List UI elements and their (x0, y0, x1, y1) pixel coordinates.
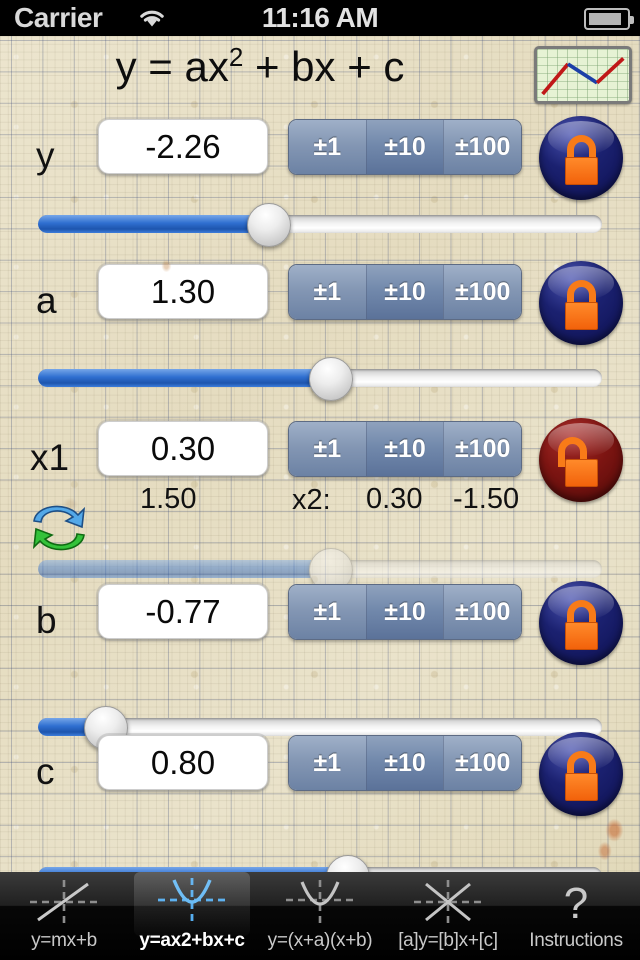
svg-text:?: ? (564, 879, 588, 928)
value-field[interactable]: -0.77 (98, 584, 268, 639)
lock-body (565, 773, 598, 801)
step-1-button[interactable]: ±1 (289, 120, 366, 174)
tab-factored[interactable]: y=(x+a)(x+b) (256, 872, 384, 960)
value-field[interactable]: 0.30 (98, 421, 268, 476)
x1-secondary-value: 1.50 (140, 483, 197, 515)
tab-general-form[interactable]: [a]y=[b]x+[c] (384, 872, 512, 960)
tab-linear[interactable]: y=mx+b (0, 872, 128, 960)
value-slider[interactable] (38, 203, 602, 247)
step-10-button[interactable]: ±10 (365, 585, 444, 639)
tab-quadratic[interactable]: y=ax2+bx+c (128, 872, 256, 960)
slider-fill (38, 369, 332, 387)
step-100-button[interactable]: ±100 (443, 736, 521, 790)
slider-thumb[interactable] (309, 357, 354, 401)
lock-body (565, 157, 598, 185)
step-1-button[interactable]: ±1 (289, 585, 366, 639)
paper-background: y = ax2 + bx + c y -2.26 ±1 ±10 ±100 a 1… (0, 36, 640, 899)
tab-label: Instructions (529, 930, 623, 951)
step-10-button[interactable]: ±10 (365, 120, 444, 174)
lock-body (565, 622, 598, 650)
lock-closed-icon[interactable] (539, 116, 623, 200)
swap-roots-icon[interactable] (26, 499, 92, 557)
lock-body (565, 302, 598, 330)
step-1-button[interactable]: ±1 (289, 265, 366, 319)
step-segmented-control[interactable]: ±1 ±10 ±100 (288, 119, 522, 175)
lock-open-icon[interactable] (539, 418, 623, 502)
lock-body (565, 459, 598, 487)
step-100-button[interactable]: ±100 (443, 120, 521, 174)
status-bar: Carrier 11:16 AM (0, 0, 640, 36)
title-prefix: y = ax (115, 43, 229, 90)
step-segmented-control[interactable]: ±1 ±10 ±100 (288, 264, 522, 320)
title-suffix: + bx + c (243, 43, 405, 90)
step-100-button[interactable]: ±100 (443, 265, 521, 319)
graph-preview-icon[interactable] (534, 46, 632, 104)
slider-thumb[interactable] (247, 203, 292, 247)
parabola-graph-icon (158, 878, 226, 926)
question-mark-icon: ? (564, 879, 588, 928)
step-1-button[interactable]: ±1 (289, 422, 366, 476)
row-label: b (36, 600, 57, 641)
tab-instructions[interactable]: ? Instructions (512, 872, 640, 960)
step-10-button[interactable]: ±10 (365, 265, 444, 319)
tab-label: y=ax2+bx+c (139, 930, 245, 951)
slider-fill (38, 560, 332, 578)
lock-closed-icon[interactable] (539, 732, 623, 816)
step-10-button[interactable]: ±10 (365, 422, 444, 476)
title-exponent: 2 (228, 42, 244, 72)
line-graph-icon (30, 880, 98, 926)
step-100-button[interactable]: ±100 (443, 585, 521, 639)
value-field[interactable]: 0.80 (98, 735, 268, 790)
row-label: c (36, 751, 55, 792)
factored-parabola-icon (286, 880, 354, 926)
battery-icon (584, 8, 634, 30)
value-field[interactable]: -2.26 (98, 119, 268, 174)
clock-label: 11:16 AM (261, 2, 379, 33)
tab-label: y=(x+a)(x+b) (267, 930, 373, 951)
tab-label: [a]y=[b]x+[c] (398, 930, 498, 951)
battery-fill (589, 13, 621, 25)
lock-closed-icon[interactable] (539, 261, 623, 345)
step-segmented-control[interactable]: ±1 ±10 ±100 (288, 421, 522, 477)
value-slider[interactable] (38, 357, 602, 401)
value-slider[interactable] (38, 706, 602, 750)
value-field[interactable]: 1.30 (98, 264, 268, 319)
step-segmented-control[interactable]: ±1 ±10 ±100 (288, 735, 522, 791)
page-title: y = ax2 + bx + c (0, 42, 520, 91)
lock-closed-icon[interactable] (539, 581, 623, 665)
slider-track (38, 215, 602, 233)
slider-fill (38, 215, 270, 233)
x2-value-b: -1.50 (453, 483, 520, 515)
step-100-button[interactable]: ±100 (443, 422, 521, 476)
row-label: a (36, 280, 57, 321)
step-segmented-control[interactable]: ±1 ±10 ±100 (288, 584, 522, 640)
graph-preview-plot (541, 57, 625, 96)
tab-bar: y=mx+b y=ax2+bx+c y=(x+a)(x+b) [a]y=[b]x… (0, 872, 640, 960)
tab-label: y=mx+b (31, 930, 97, 951)
asterisk-lines-icon (414, 880, 482, 926)
value-slider[interactable] (38, 548, 602, 592)
x2-value-a: 0.30 (366, 483, 423, 515)
row-label: y (36, 135, 55, 176)
row-label: x1 (30, 437, 70, 478)
step-10-button[interactable]: ±10 (365, 736, 444, 790)
app-screen: Carrier 11:16 AM y = ax2 + bx + c y -2.2… (0, 0, 640, 960)
step-1-button[interactable]: ±1 (289, 736, 366, 790)
x2-label: x2: (292, 484, 331, 516)
